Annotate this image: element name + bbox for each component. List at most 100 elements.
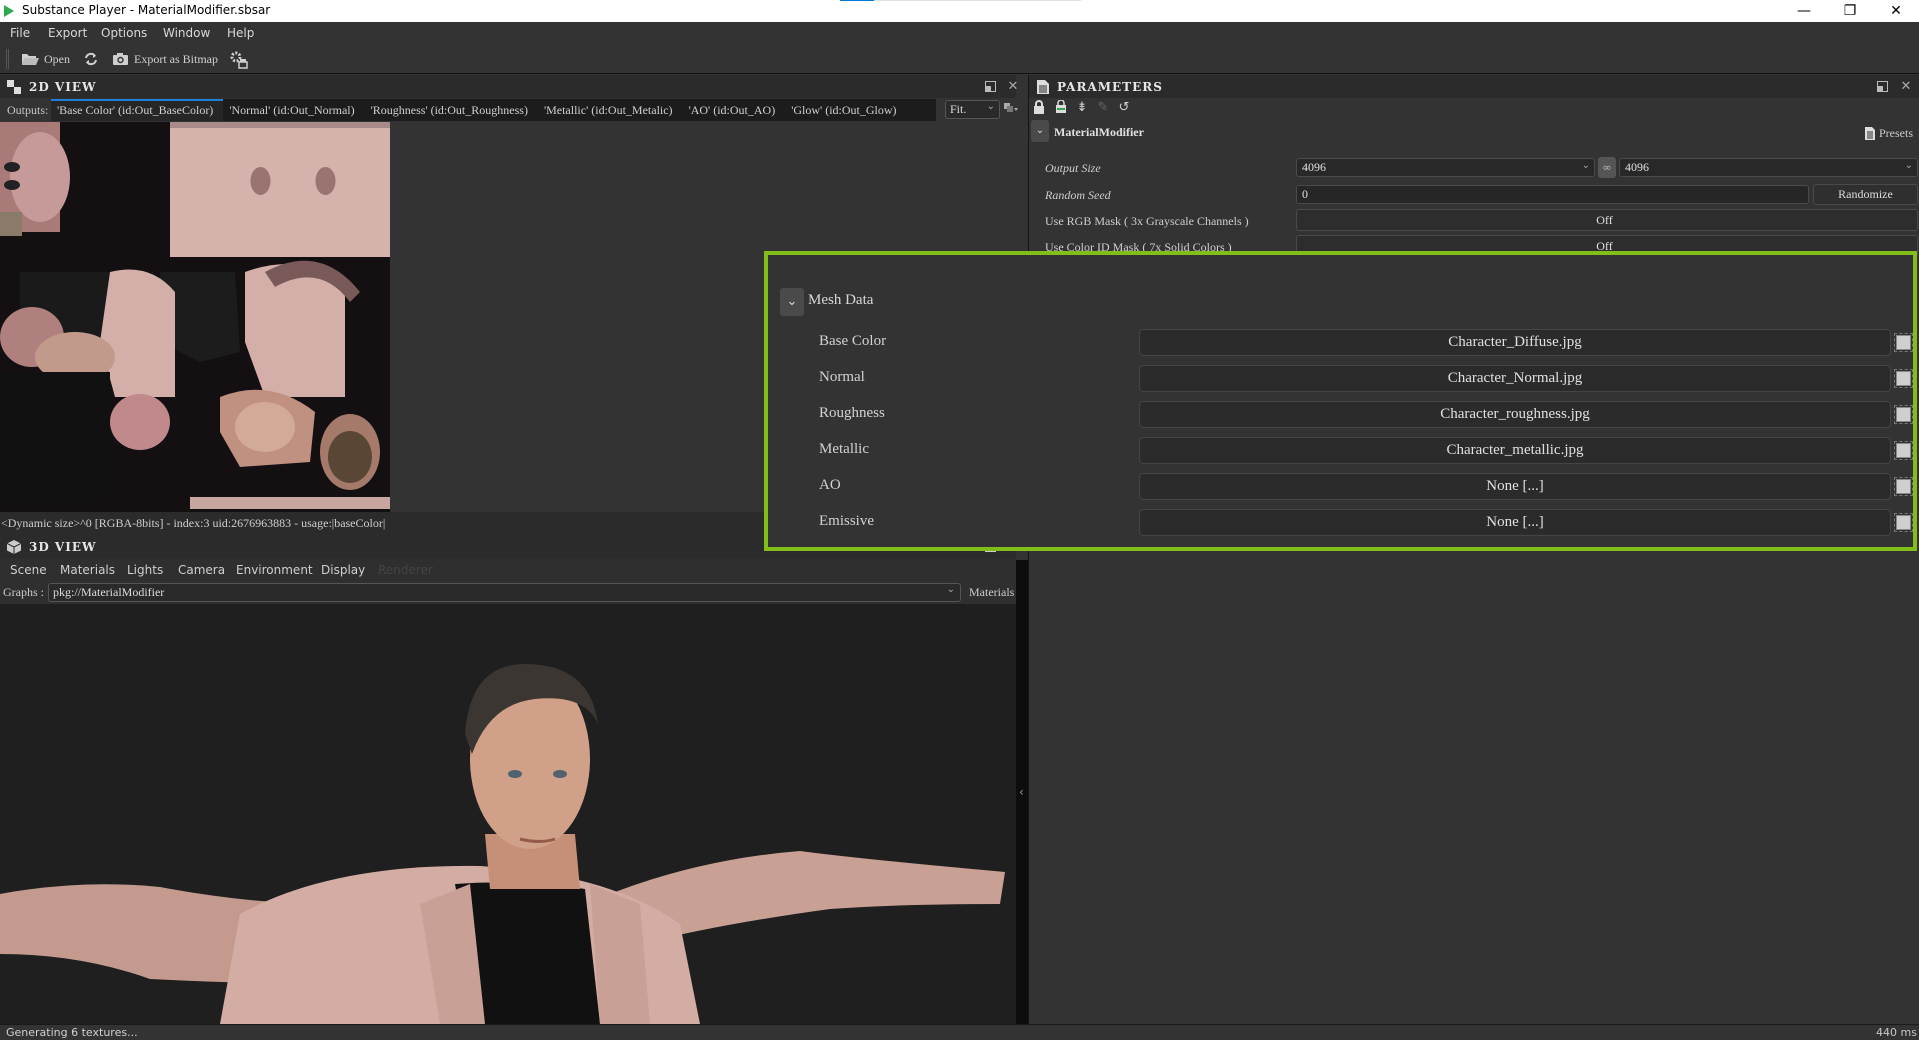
mesh-base-color-picker-icon[interactable] (1894, 333, 1913, 352)
mesh-emissive-picker-icon[interactable] (1894, 513, 1913, 532)
restore-button[interactable]: ❐ (1827, 0, 1873, 22)
mesh-metallic-picker-icon[interactable] (1894, 441, 1913, 460)
link-size-toggle[interactable]: ∞ (1598, 157, 1616, 178)
view-3d-menu: Scene Materials Lights Camera Environmen… (0, 558, 1016, 582)
open-button[interactable]: Open (21, 50, 70, 68)
mesh-base-color-file[interactable]: Character_Diffuse.jpg (1139, 329, 1891, 356)
close-window-button[interactable]: ✕ (1873, 0, 1919, 22)
graphs-select[interactable]: pkg://MaterialModifier ⌄ (48, 583, 961, 602)
filter-icon: ⇟ (1076, 100, 1088, 115)
output-tab-ao[interactable]: 'AO' (id:Out_AO) (683, 99, 786, 121)
graphs-row: Graphs : pkg://MaterialModifier ⌄ Materi… (0, 582, 1016, 604)
mesh-ao-file[interactable]: None [...] (1139, 473, 1891, 500)
chevron-down-icon: ⌄ (986, 101, 995, 112)
chevron-left-icon[interactable]: ‹ (1019, 785, 1024, 799)
chevron-down-icon: ⌄ (1904, 160, 1913, 171)
open-label: Open (44, 51, 70, 66)
zoom-mode-select[interactable]: Fit. ⌄ (945, 100, 1000, 119)
mesh-metallic-label: Metallic (819, 441, 869, 457)
parameters-toolbar: ⇟ ✎ ↺ (1029, 98, 1919, 118)
link-lock-button[interactable] (1053, 99, 1069, 116)
taskbar-progress-fill (840, 0, 874, 1)
status-bar: Generating 6 textures... 440 ms (0, 1024, 1919, 1040)
output-size-label: Output Size (1045, 161, 1101, 175)
chevron-down-icon: ⌄ (786, 294, 798, 309)
render-time: 440 ms (1876, 1026, 1917, 1039)
view3d-tab-scene[interactable]: Scene (10, 563, 47, 577)
mesh-data-highlight: ⌄ Mesh Data Base Color Character_Diffuse… (764, 251, 1917, 551)
lock-link-icon (1056, 99, 1066, 113)
view-layout-icon (1004, 103, 1018, 112)
mesh-roughness-file[interactable]: Character_roughness.jpg (1139, 401, 1891, 428)
lock-icon (1034, 100, 1044, 114)
menu-file[interactable]: File (10, 26, 30, 40)
randomize-button[interactable]: Randomize (1813, 184, 1918, 205)
output-tab-normal[interactable]: 'Normal' (id:Out_Normal) (223, 99, 364, 121)
view3d-tab-display[interactable]: Display (321, 563, 365, 577)
view3d-tab-environment[interactable]: Environment (236, 563, 313, 577)
taskbar-progress (840, 0, 1081, 1)
random-seed-input[interactable]: 0 (1296, 185, 1809, 204)
close-icon: ✕ (1890, 3, 1902, 19)
mesh-roughness-picker-icon[interactable] (1894, 405, 1913, 424)
close-icon: ✕ (1900, 79, 1912, 94)
rgb-mask-value: Off (1596, 213, 1613, 227)
view3d-tab-camera[interactable]: Camera (178, 563, 225, 577)
3d-cube-icon (7, 539, 21, 554)
export-bitmap-button[interactable]: Export as Bitmap (112, 50, 218, 68)
render-settings-button[interactable] (228, 50, 248, 69)
reset-button[interactable]: ↺ (1116, 100, 1132, 116)
graphs-value: pkg://MaterialModifier (53, 585, 165, 599)
minimize-button[interactable]: — (1781, 0, 1827, 22)
menu-window[interactable]: Window (163, 26, 210, 40)
output-size-x-value: 4096 (1302, 160, 1326, 174)
mesh-emissive-file[interactable]: None [...] (1139, 509, 1891, 536)
outputs-tabbar: 'Base Color' (id:Out_BaseColor) 'Normal'… (51, 99, 936, 121)
materials-button[interactable]: Materials (969, 585, 1014, 600)
output-size-x-select[interactable]: 4096 ⌄ (1296, 158, 1595, 177)
view-2d-float-button[interactable] (985, 81, 996, 92)
mesh-normal-file[interactable]: Character_Normal.jpg (1139, 365, 1891, 392)
menu-options[interactable]: Options (101, 26, 147, 40)
2d-view-icon (7, 79, 21, 94)
character-model-render (0, 604, 1016, 1024)
parameters-float-button[interactable] (1877, 81, 1888, 92)
mesh-roughness-label: Roughness (819, 405, 885, 421)
status-message: Generating 6 textures... (6, 1026, 138, 1039)
parameters-close-button[interactable]: ✕ (1899, 80, 1913, 94)
output-tab-roughness[interactable]: 'Roughness' (id:Out_Roughness) (365, 99, 538, 121)
chevron-down-icon: ⌄ (1035, 125, 1045, 136)
lock-button[interactable] (1031, 100, 1047, 116)
mesh-normal-picker-icon[interactable] (1894, 369, 1913, 388)
view-options-dropdown[interactable] (1004, 103, 1018, 115)
3d-viewport[interactable] (0, 604, 1016, 1024)
mesh-ao-picker-icon[interactable] (1894, 477, 1913, 496)
mesh-normal-label: Normal (819, 369, 865, 385)
output-tab-metallic[interactable]: 'Metallic' (id:Out_Metalic) (538, 99, 683, 121)
view3d-tab-lights[interactable]: Lights (127, 563, 163, 577)
filter-button[interactable]: ⇟ (1074, 100, 1090, 116)
random-seed-label: Random Seed (1045, 188, 1111, 202)
view3d-tab-renderer: Renderer (378, 563, 433, 577)
refresh-button[interactable] (84, 50, 98, 68)
menu-help[interactable]: Help (227, 26, 254, 40)
mesh-data-collapse-button[interactable]: ⌄ (780, 288, 804, 316)
presets-button[interactable]: Presets (1865, 126, 1913, 141)
toolbar-grip[interactable] (6, 49, 9, 69)
output-tab-base-color[interactable]: 'Base Color' (id:Out_BaseColor) (51, 99, 224, 121)
materialmodifier-collapse-button[interactable]: ⌄ (1031, 120, 1049, 142)
menu-export[interactable]: Export (48, 26, 87, 40)
mesh-ao-label: AO (819, 477, 841, 493)
view3d-tab-materials[interactable]: Materials (60, 563, 115, 577)
mesh-metallic-file[interactable]: Character_metallic.jpg (1139, 437, 1891, 464)
view-2d-close-button[interactable]: ✕ (1006, 80, 1020, 94)
restore-icon: ❐ (1843, 3, 1857, 19)
camera-icon (113, 53, 128, 65)
zoom-mode-value: Fit. (950, 102, 967, 116)
rgb-mask-toggle[interactable]: Off (1296, 209, 1918, 231)
output-size-y-select[interactable]: 4096 ⌄ (1619, 158, 1918, 177)
folder-open-icon (22, 54, 39, 65)
view-3d-panel: 3D VIEW ✕ Scene Materials Lights Camera … (0, 535, 1018, 1024)
output-tab-glow[interactable]: 'Glow' (id:Out_Glow) (785, 99, 906, 121)
panel-splitter[interactable]: ‹ (1016, 560, 1028, 1024)
